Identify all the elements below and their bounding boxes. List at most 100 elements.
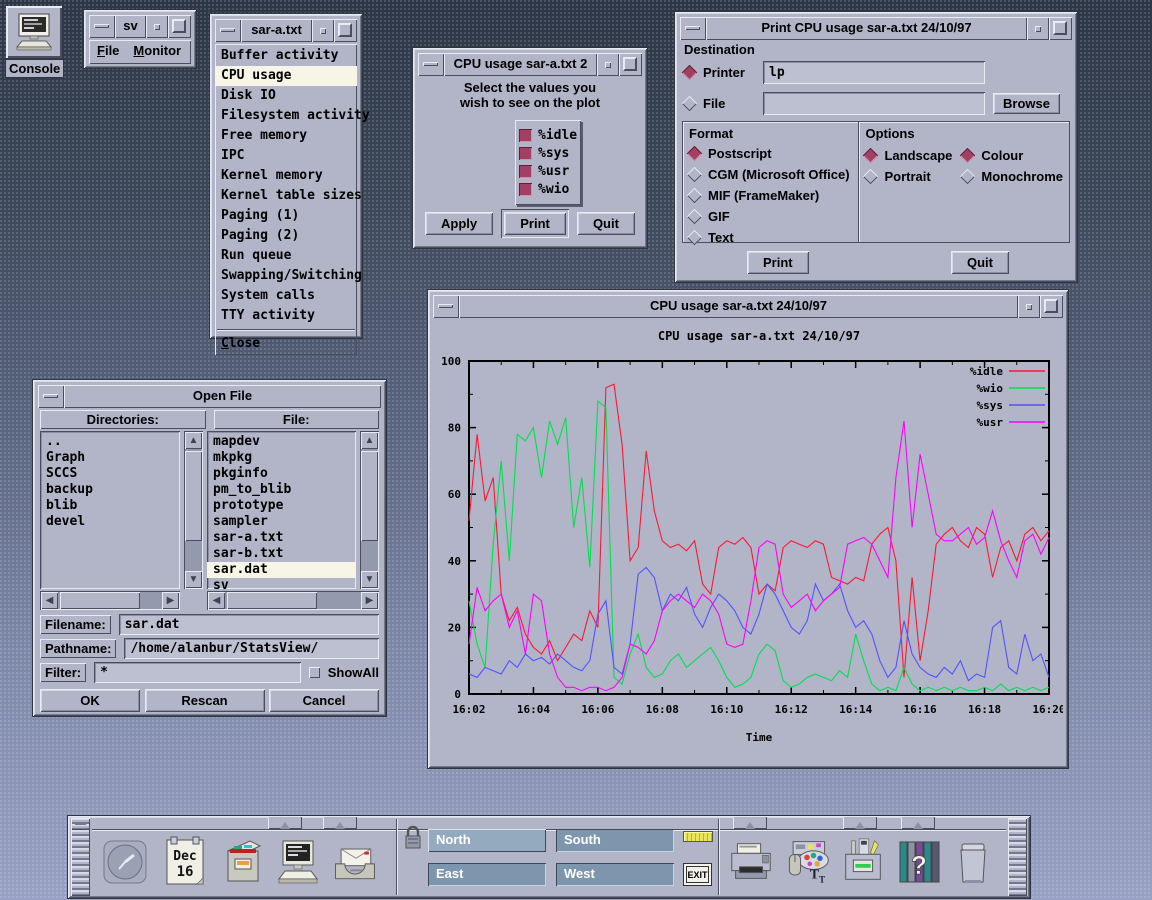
pathname-input[interactable] [124, 638, 379, 659]
scroll-right-arrow[interactable]: ▶ [361, 592, 378, 609]
console-icon-image[interactable] [6, 6, 62, 58]
menu-item-cpu-usage[interactable]: CPU usage [215, 66, 357, 86]
window-menu-button[interactable] [38, 385, 64, 408]
window-menu-button[interactable] [89, 15, 115, 38]
print-button[interactable]: Print [504, 212, 566, 235]
file-radio[interactable] [682, 96, 698, 112]
maximize-button[interactable] [334, 19, 357, 42]
directories-list[interactable]: ..GraphSCCSbackupblibdevel [40, 431, 180, 589]
scroll-up-arrow[interactable]: ▲ [185, 432, 202, 449]
directory-item-SCCS[interactable]: SCCS [40, 466, 180, 482]
ok-button[interactable]: OK [40, 689, 140, 712]
menu-item-ipc[interactable]: IPC [215, 146, 357, 166]
menu-item-paging-1-[interactable]: Paging (1) [215, 206, 357, 226]
format-radio-gif[interactable] [687, 209, 703, 225]
menu-item-kernel-memory[interactable]: Kernel memory [215, 166, 357, 186]
file-item-sampler[interactable]: sampler [207, 514, 356, 530]
file-item-prototype[interactable]: prototype [207, 498, 356, 514]
text-editor-control[interactable] [273, 834, 323, 890]
files-vscrollbar[interactable]: ▲ ▼ [360, 431, 379, 589]
maximize-button[interactable] [1040, 295, 1063, 318]
scroll-thumb[interactable] [60, 592, 140, 609]
minimize-button[interactable] [1018, 295, 1040, 318]
scroll-thumb[interactable] [185, 451, 202, 541]
subpanel-arrow-printer[interactable] [733, 816, 767, 829]
menu-monitor[interactable]: Monitor [133, 43, 181, 61]
lock-control[interactable] [402, 824, 424, 857]
menu-item-disk-io[interactable]: Disk IO [215, 86, 357, 106]
directories-vscrollbar[interactable]: ▲ ▼ [184, 431, 203, 589]
directory-item--[interactable]: .. [40, 434, 180, 450]
rescan-button[interactable]: Rescan [145, 689, 265, 712]
showall-checkbox[interactable] [309, 667, 320, 678]
panel-minimize-button[interactable] [71, 818, 90, 830]
filename-input[interactable] [119, 614, 379, 635]
scroll-thumb[interactable] [227, 592, 317, 609]
subpanel-arrow-applications[interactable] [843, 816, 877, 829]
subpanel-arrow-file-manager[interactable] [268, 816, 302, 829]
window-menu-button[interactable] [680, 17, 706, 40]
subpanel-arrow-text-editor[interactable] [323, 816, 357, 829]
printer-control[interactable] [726, 834, 776, 890]
menu-item-swapping-switching[interactable]: Swapping/Switching [215, 266, 357, 286]
checkbox-wio[interactable] [519, 183, 532, 196]
scroll-down-arrow[interactable]: ▼ [185, 571, 202, 588]
console-desktop-icon[interactable]: Console [6, 6, 64, 78]
maximize-button[interactable] [619, 53, 642, 76]
printer-radio[interactable] [682, 65, 698, 81]
menu-file[interactable]: File [97, 43, 119, 61]
panel-right-handle[interactable] [1008, 818, 1027, 896]
print-dialog-titlebar[interactable]: Print CPU usage sar-a.txt 24/10/97 [680, 17, 1072, 40]
maximize-button[interactable] [1049, 17, 1072, 40]
scroll-right-arrow[interactable]: ▶ [162, 592, 179, 609]
minimize-button[interactable] [1027, 17, 1049, 40]
color-radio-colour[interactable] [960, 148, 976, 164]
window-menu-button[interactable] [433, 295, 459, 318]
directory-item-backup[interactable]: backup [40, 482, 180, 498]
file-item-pkginfo[interactable]: pkginfo [207, 466, 356, 482]
menu-item-system-calls[interactable]: System calls [215, 286, 357, 306]
window-menu-button[interactable] [215, 19, 241, 42]
menu-item-close[interactable]: Close [215, 334, 357, 354]
help-control[interactable]: ? [894, 834, 944, 890]
clock-control[interactable] [100, 834, 150, 890]
checkbox-sys[interactable] [519, 147, 532, 160]
file-manager-control[interactable] [218, 834, 268, 890]
file-item-pm-to-blib[interactable]: pm_to_blib [207, 482, 356, 498]
scroll-thumb[interactable] [361, 451, 378, 541]
format-radio-cgm-microsoft-office-[interactable] [687, 167, 703, 183]
print-dialog-print-button[interactable]: Print [747, 251, 809, 274]
directory-item-devel[interactable]: devel [40, 514, 180, 530]
menu-item-buffer-activity[interactable]: Buffer activity [215, 46, 357, 66]
style-manager-control[interactable]: T T [782, 834, 832, 890]
workspace-button-east[interactable]: East [428, 863, 546, 886]
files-hscrollbar[interactable]: ◀ ▶ [207, 591, 379, 610]
workspace-button-south[interactable]: South [556, 829, 674, 852]
apply-button[interactable]: Apply [425, 212, 493, 235]
browse-button[interactable]: Browse [993, 93, 1060, 114]
menu-item-paging-2-[interactable]: Paging (2) [215, 226, 357, 246]
file-item-sar-a-txt[interactable]: sar-a.txt [207, 530, 356, 546]
menu-item-filesystem-activity[interactable]: Filesystem activity [215, 106, 357, 126]
minimize-button[interactable] [597, 53, 619, 76]
window-menu-button[interactable] [418, 53, 444, 76]
orientation-radio-portrait[interactable] [863, 169, 879, 185]
file-item-mapdev[interactable]: mapdev [207, 434, 356, 450]
scroll-left-arrow[interactable]: ◀ [208, 592, 225, 609]
applications-control[interactable] [838, 834, 888, 890]
file-item-sar-b-txt[interactable]: sar-b.txt [207, 546, 356, 562]
minimize-button[interactable] [312, 19, 334, 42]
directories-hscrollbar[interactable]: ◀ ▶ [40, 591, 180, 610]
scroll-down-arrow[interactable]: ▼ [361, 571, 378, 588]
format-radio-text[interactable] [687, 230, 703, 246]
cpu-dialog-titlebar[interactable]: CPU usage sar-a.txt 2 [418, 53, 642, 76]
graph-titlebar[interactable]: CPU usage sar-a.txt 24/10/97 [433, 295, 1063, 318]
mail-control[interactable] [330, 834, 380, 890]
printer-input[interactable] [763, 61, 985, 84]
file-item-sv[interactable]: sv [207, 578, 356, 589]
menu-item-run-queue[interactable]: Run queue [215, 246, 357, 266]
menu-item-tty-activity[interactable]: TTY activity [215, 306, 357, 326]
minimize-button[interactable] [146, 15, 168, 38]
files-list[interactable]: mapdevmkpkgpkginfopm_to_blibprototypesam… [207, 431, 356, 589]
format-radio-postscript[interactable] [687, 146, 703, 162]
